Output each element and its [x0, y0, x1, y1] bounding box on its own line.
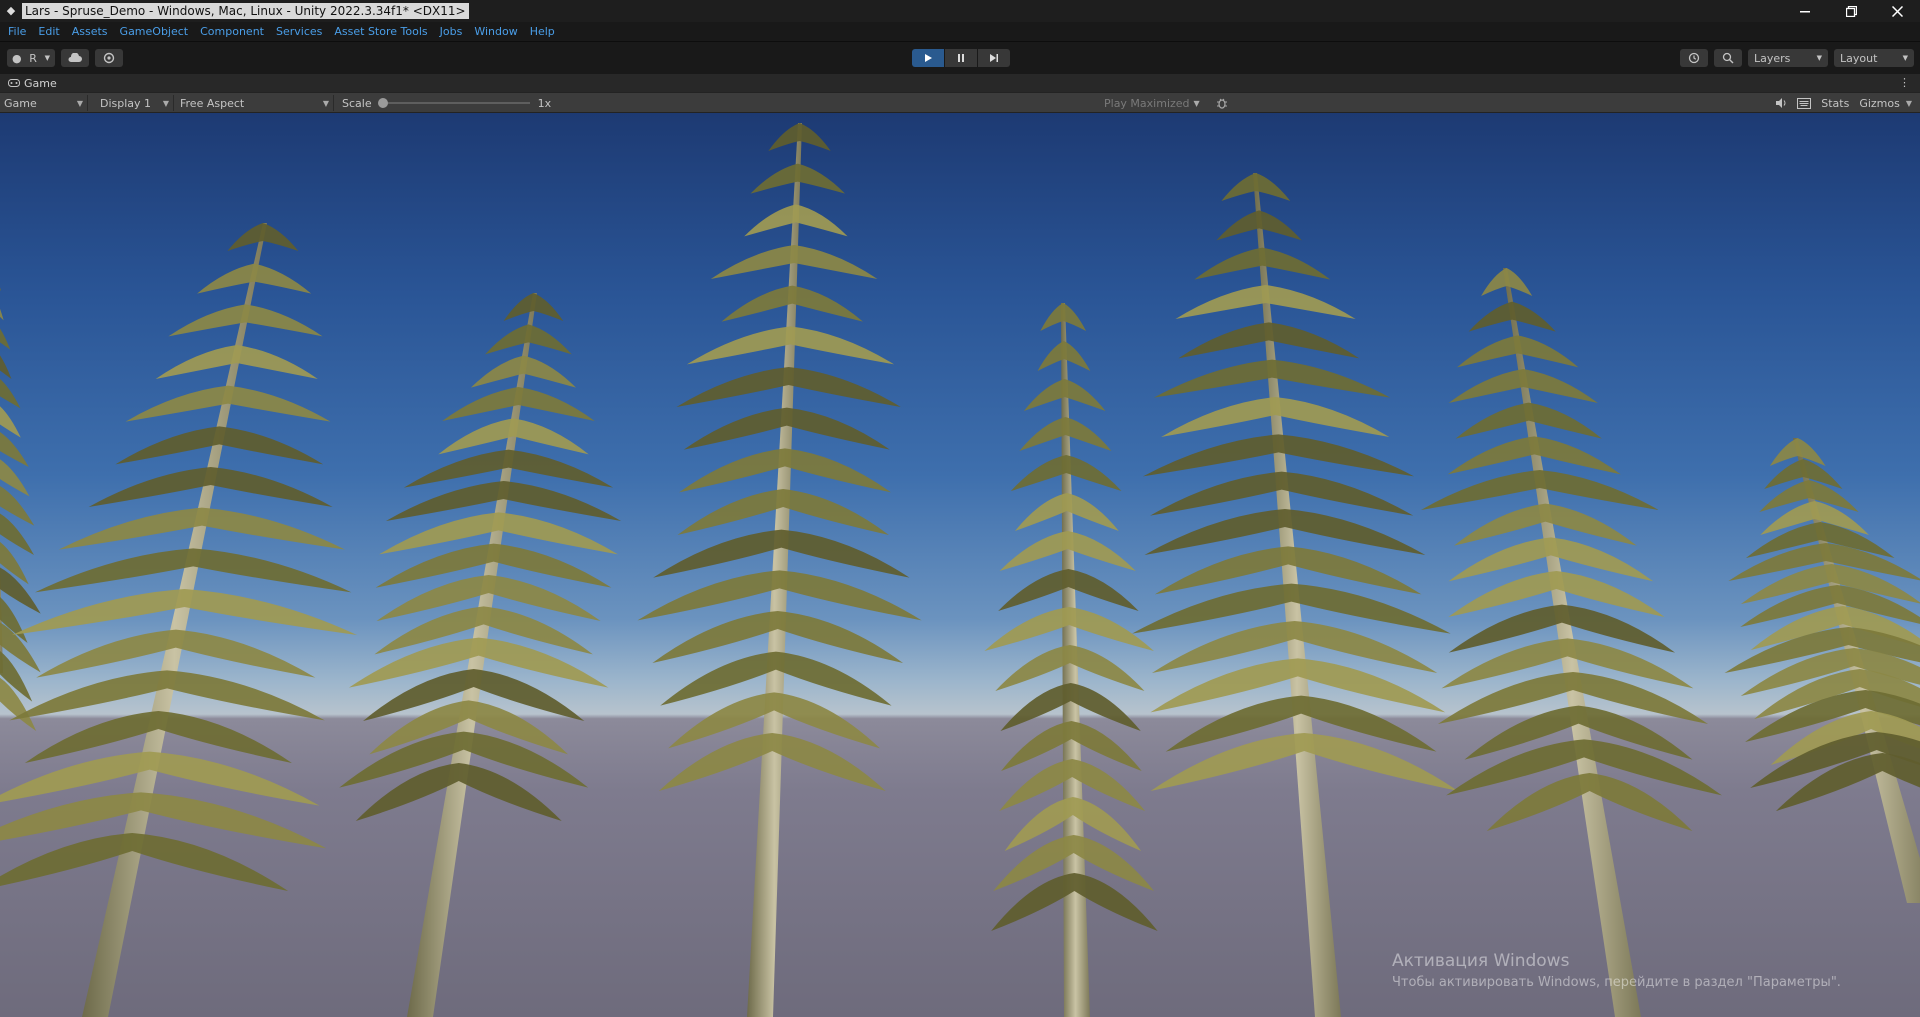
collab-icon — [103, 52, 115, 64]
menu-bar: File Edit Assets GameObject Component Se… — [0, 22, 1920, 42]
menu-gameobject[interactable]: GameObject — [114, 22, 195, 42]
chevron-down-icon: ▼ — [76, 98, 83, 108]
display-dropdown[interactable]: Display 1 ▼ — [96, 95, 174, 111]
menu-edit[interactable]: Edit — [32, 22, 65, 42]
collab-button[interactable] — [95, 49, 123, 67]
account-button[interactable]: ● R ▼ — [7, 49, 55, 67]
menu-services[interactable]: Services — [270, 22, 328, 42]
pause-button[interactable] — [945, 49, 977, 67]
spruce-tree — [1421, 268, 1722, 1017]
gizmos-label: Gizmos — [1859, 96, 1900, 110]
spruce-tree — [339, 293, 622, 1017]
scale-control: Scale 1x — [342, 95, 551, 111]
gizmos-dropdown[interactable]: Gizmos ▼ — [1859, 97, 1912, 110]
tab-game-label: Game — [24, 76, 57, 90]
chevron-down-icon: ▼ — [1193, 98, 1200, 108]
chevron-down-icon: ▼ — [1816, 54, 1822, 62]
menu-asset-store-tools[interactable]: Asset Store Tools — [328, 22, 433, 42]
account-label: R — [29, 51, 37, 65]
step-button[interactable] — [978, 49, 1010, 67]
search-button[interactable] — [1714, 49, 1742, 67]
scale-slider[interactable] — [377, 98, 530, 108]
cloud-button[interactable] — [61, 49, 89, 67]
keyboard-icon[interactable] — [1797, 97, 1812, 109]
search-icon — [1722, 52, 1734, 64]
aspect-label: Free Aspect — [180, 96, 245, 110]
spruce-tree — [0, 287, 41, 731]
chevron-down-icon: ▼ — [1902, 54, 1908, 62]
game-viewport[interactable]: Активация Windows Чтобы активировать Win… — [0, 113, 1920, 1017]
window-title: Lars - Spruse_Demo - Windows, Mac, Linux… — [22, 3, 469, 19]
play-button[interactable] — [912, 49, 944, 67]
pause-icon — [958, 54, 964, 62]
play-icon — [925, 54, 932, 62]
tab-game[interactable]: Game — [0, 77, 57, 90]
window-controls — [1782, 0, 1920, 22]
close-button[interactable] — [1874, 0, 1920, 22]
watermark-title: Активация Windows — [1392, 951, 1570, 971]
bug-icon[interactable] — [1214, 96, 1230, 110]
history-button[interactable] — [1680, 49, 1708, 67]
chevron-down-icon: ▼ — [1905, 98, 1912, 108]
cloud-icon — [68, 53, 82, 62]
spruce-tree — [637, 123, 922, 1017]
menu-assets[interactable]: Assets — [66, 22, 114, 42]
chevron-down-icon: ▼ — [162, 98, 169, 108]
watermark-text: Чтобы активировать Windows, перейдите в … — [1392, 975, 1841, 990]
game-view-toolbar: Game ▼ Display 1 ▼ Free Aspect ▼ Scale 1… — [0, 92, 1920, 113]
layout-label: Layout — [1840, 51, 1878, 65]
spruce-tree — [1132, 173, 1459, 1017]
spruce-tree — [984, 303, 1158, 1017]
view-mode-label: Game — [4, 96, 37, 110]
spruce-trees-scene — [0, 123, 1920, 1017]
display-label: Display 1 — [100, 96, 152, 110]
menu-jobs[interactable]: Jobs — [434, 22, 469, 42]
scale-value: 1x — [537, 96, 552, 110]
playback-controls — [912, 49, 1010, 67]
main-toolbar: ● R ▼ Layers ▼ Layout ▼ — [0, 42, 1920, 74]
chevron-down-icon: ▼ — [322, 98, 329, 108]
menu-window[interactable]: Window — [468, 22, 523, 42]
account-icon: ● — [12, 51, 22, 65]
play-maximized-label: Play Maximized — [1104, 96, 1190, 110]
restore-button[interactable] — [1828, 0, 1874, 22]
restore-icon — [1845, 5, 1857, 17]
layers-label: Layers — [1754, 51, 1791, 65]
gamepad-icon — [8, 79, 20, 87]
chevron-down-icon: ▼ — [44, 54, 50, 62]
audio-icon[interactable] — [1775, 97, 1787, 109]
spruce-tree — [1724, 438, 1920, 903]
bug-glyph-icon — [1217, 98, 1227, 109]
title-bar: ◆ Lars - Spruse_Demo - Windows, Mac, Lin… — [0, 0, 1920, 22]
game-tab-strip: Game ⋮ — [0, 74, 1920, 92]
aspect-dropdown[interactable]: Free Aspect ▼ — [176, 95, 334, 111]
menu-file[interactable]: File — [0, 22, 32, 42]
scale-slider-thumb[interactable] — [377, 98, 388, 108]
history-icon — [1688, 52, 1700, 64]
unity-logo-icon: ◆ — [6, 4, 16, 17]
menu-component[interactable]: Component — [194, 22, 270, 42]
minimize-icon — [1800, 11, 1810, 13]
layout-dropdown[interactable]: Layout ▼ — [1834, 49, 1914, 67]
scale-label: Scale — [342, 96, 372, 110]
more-options-icon[interactable]: ⋮ — [1899, 76, 1910, 89]
minimize-button[interactable] — [1782, 0, 1828, 22]
game-view-right-controls: Stats Gizmos ▼ — [1775, 95, 1912, 111]
windows-activation-watermark: Активация Windows Чтобы активировать Win… — [1392, 951, 1841, 990]
layers-dropdown[interactable]: Layers ▼ — [1748, 49, 1828, 67]
step-icon — [990, 54, 998, 62]
close-icon — [1891, 5, 1903, 17]
spruce-tree — [0, 223, 358, 1017]
view-mode-dropdown[interactable]: Game ▼ — [0, 95, 88, 111]
play-maximized-dropdown[interactable]: Play Maximized ▼ — [1104, 95, 1200, 111]
stats-toggle[interactable]: Stats — [1821, 97, 1849, 110]
menu-help[interactable]: Help — [524, 22, 561, 42]
